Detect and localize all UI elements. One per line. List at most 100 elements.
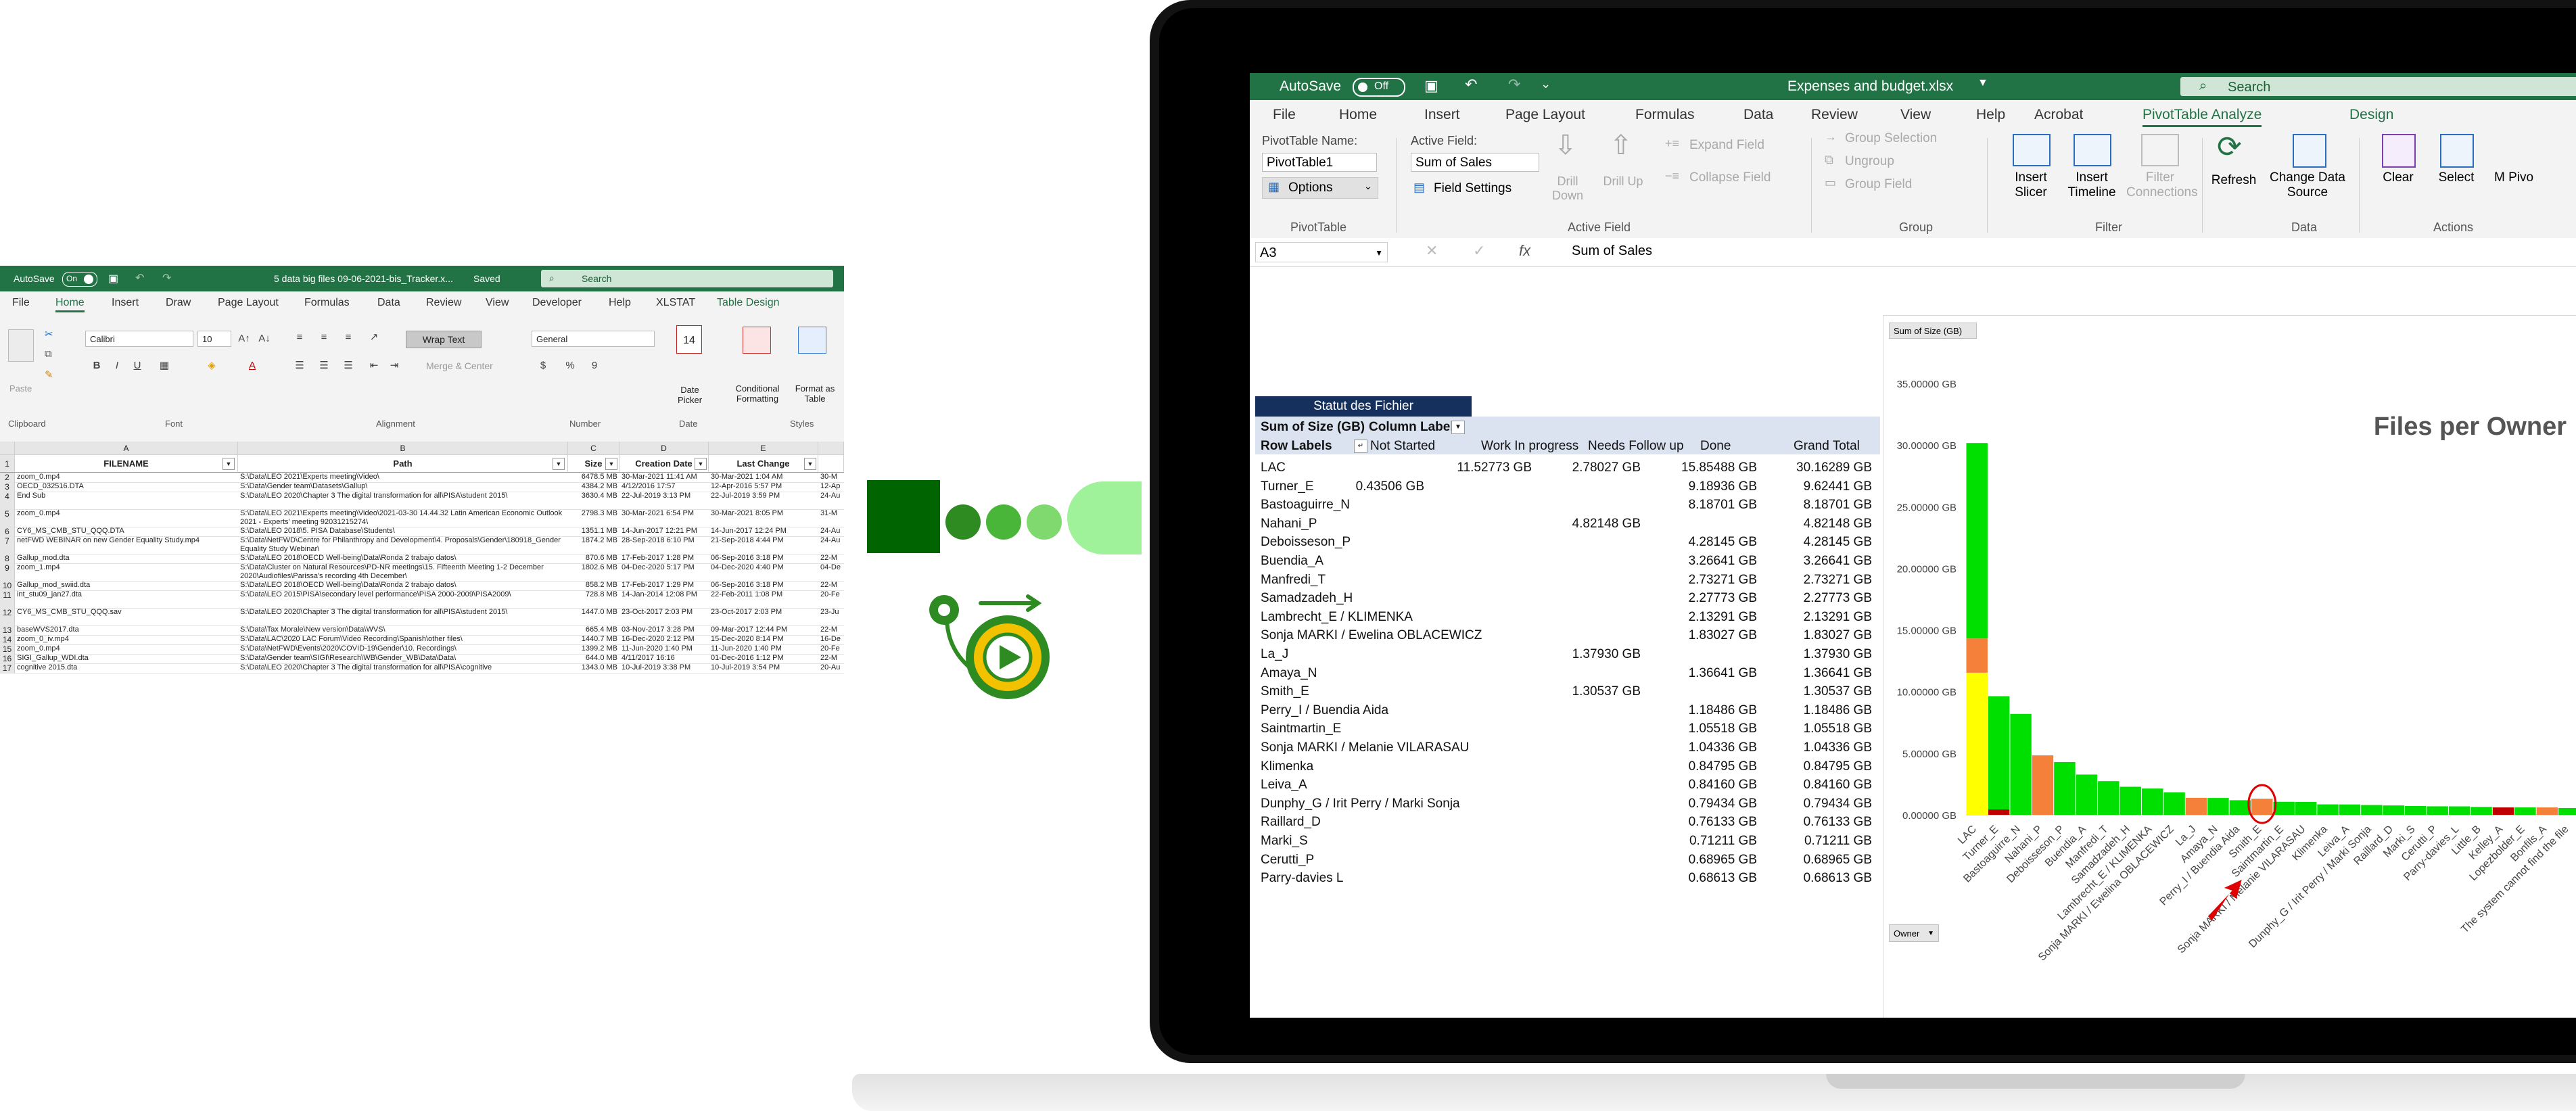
table-cell[interactable]: Gallup_mod_swiid.dta	[15, 581, 238, 590]
column-header-e[interactable]: E	[709, 442, 818, 455]
table-cell[interactable]: 30-Mar-2021 11:41 AM	[619, 473, 709, 482]
row-number[interactable]: 15	[0, 644, 15, 654]
row-number[interactable]: 10	[0, 581, 15, 590]
row-filter-icon[interactable]: ↵	[1354, 440, 1367, 453]
table-cell[interactable]: 04-De	[818, 563, 844, 581]
align-right-icon[interactable]: ☰	[339, 358, 357, 374]
table-cell[interactable]: 22-M	[818, 625, 844, 635]
pivot-row[interactable]: Dunphy_G / Irit Perry / Marki Sonja 0.794…	[1258, 795, 1872, 813]
table-cell[interactable]: S:\Data\LEO 2021\Experts meeting\Video\2…	[238, 509, 568, 527]
table-row[interactable]: 5 zoom_0.mp4 S:\Data\LEO 2021\Experts meet…	[0, 509, 844, 527]
table-cell[interactable]: 16-De	[818, 635, 844, 644]
header-creation-date[interactable]: Creation Date ▼	[619, 455, 709, 473]
filter-dropdown-icon[interactable]: ▼	[605, 458, 617, 470]
table-row[interactable]: 15 zoom_0.mp4 S:\Data\NetFWD\Events\2020\C…	[0, 644, 844, 655]
table-cell[interactable]: 11-Jun-2020 1:40 PM	[619, 644, 709, 654]
insert-timeline-button[interactable]: Insert Timeline	[2061, 170, 2122, 200]
pivot-row[interactable]: Turner_E 0.43506 GB 9.18936 GB 9.62441 GB	[1258, 477, 1872, 496]
table-cell[interactable]: 14-Jun-2017 12:24 PM	[709, 527, 818, 536]
table-cell[interactable]: CY6_MS_CMB_STU_QQQ.sav	[15, 608, 238, 625]
pivot-row[interactable]: Bastoaguirre_N 8.18701 GB 8.18701 GB	[1258, 496, 1872, 514]
table-cell[interactable]: 22-Jul-2019 3:59 PM	[709, 492, 818, 509]
search-box[interactable]: ⌕ Search	[541, 270, 833, 287]
move-pivottable-button[interactable]: M Pivo	[2494, 170, 2542, 185]
currency-icon[interactable]: $	[534, 358, 552, 374]
borders-icon[interactable]: ▦	[156, 358, 173, 374]
pivot-row[interactable]: Klimenka 0.84795 GB 0.84795 GB	[1258, 757, 1872, 776]
table-cell[interactable]: 728.8 MB	[568, 590, 619, 608]
row-number[interactable]: 17	[0, 663, 15, 673]
select-icon[interactable]	[2440, 134, 2474, 168]
table-cell[interactable]: 23-Ju	[818, 608, 844, 625]
pivot-chart[interactable]: Sum of Size (GB) Files per Owner 0.00000 …	[1883, 315, 2576, 1018]
table-cell[interactable]: 06-Sep-2016 3:18 PM	[709, 554, 818, 563]
paste-icon[interactable]	[8, 329, 34, 362]
tab-data[interactable]: Data	[1743, 107, 1773, 123]
conditional-formatting-button[interactable]: Conditional Formatting	[724, 383, 791, 404]
change-data-source-icon[interactable]	[2293, 134, 2326, 168]
table-cell[interactable]: 1399.2 MB	[568, 644, 619, 654]
table-cell[interactable]: 31-M	[818, 509, 844, 527]
table-row[interactable]: 16 SIGI_Gallup_WDI.dta S:\Data\Gender team…	[0, 654, 844, 664]
table-cell[interactable]: 12-Apr-2016 5:57 PM	[709, 482, 818, 492]
pivot-row[interactable]: Buendia_A 3.26641 GB 3.26641 GB	[1258, 552, 1872, 570]
save-icon[interactable]: ▣	[108, 272, 118, 285]
table-cell[interactable]: zoom_0.mp4	[15, 644, 238, 654]
row-number[interactable]: 1	[0, 455, 15, 473]
table-cell[interactable]: netFWD WEBINAR on new Gender Equality St…	[15, 536, 238, 554]
table-cell[interactable]: 10-Jul-2019 3:38 PM	[619, 663, 709, 673]
refresh-icon[interactable]: ⟳	[2217, 130, 2242, 164]
table-cell[interactable]: 15-Dec-2020 8:14 PM	[709, 635, 818, 644]
table-cell[interactable]: 30-Mar-2021 1:04 AM	[709, 473, 818, 482]
table-cell[interactable]: zoom_0_iv.mp4	[15, 635, 238, 644]
redo-icon[interactable]: ↷	[162, 271, 171, 285]
table-cell[interactable]: S:\Data\Gender team\Datasets\Gallup\	[238, 482, 568, 492]
row-number[interactable]: 2	[0, 473, 15, 482]
header-next[interactable]	[818, 455, 844, 473]
table-cell[interactable]: 22-M	[818, 554, 844, 563]
table-cell[interactable]: 22-M	[818, 654, 844, 663]
tab-view[interactable]: View	[1900, 107, 1931, 123]
autosave-toggle[interactable]: On	[62, 272, 97, 287]
copy-icon[interactable]: ⧉	[45, 348, 52, 360]
pivot-row[interactable]: La_J 1.37930 GB 1.37930 GB	[1258, 645, 1872, 663]
name-box[interactable]: A3 ▼	[1255, 242, 1388, 262]
insert-slicer-button[interactable]: Insert Slicer	[2000, 170, 2061, 200]
table-cell[interactable]: 6478.5 MB	[568, 473, 619, 482]
table-cell[interactable]: 1447.0 MB	[568, 608, 619, 625]
table-cell[interactable]: 4/11/2017 16:16	[619, 654, 709, 663]
orientation-icon[interactable]: ↗	[365, 329, 383, 346]
table-row[interactable]: 9 zoom_1.mp4 S:\Data\Cluster on Natural Re…	[0, 563, 844, 582]
table-cell[interactable]: zoom_1.mp4	[15, 563, 238, 581]
pivot-row-labels[interactable]: Row Labels	[1261, 437, 1332, 455]
row-number[interactable]: 7	[0, 536, 15, 554]
insert-timeline-icon[interactable]	[2074, 134, 2111, 166]
table-cell[interactable]: 20-Fe	[818, 644, 844, 654]
table-cell[interactable]: 30-M	[818, 473, 844, 482]
tab-table-design[interactable]: Table Design	[717, 297, 780, 309]
tab-review[interactable]: Review	[1811, 107, 1858, 123]
clear-button[interactable]: Clear	[2372, 170, 2424, 185]
table-cell[interactable]: 04-Dec-2020 4:40 PM	[709, 563, 818, 581]
table-row[interactable]: 3 OECD_032516.DTA S:\Data\Gender team\Data…	[0, 482, 844, 492]
pivot-column-labels[interactable]: Column Labels	[1369, 418, 1461, 436]
table-cell[interactable]: 3630.4 MB	[568, 492, 619, 509]
select-button[interactable]: Select	[2431, 170, 2482, 185]
chart-owner-button[interactable]: Owner ▼	[1889, 924, 1939, 942]
active-field-input[interactable]: Sum of Sales	[1411, 153, 1539, 172]
table-cell[interactable]: 24-Au	[818, 492, 844, 509]
table-cell[interactable]: Gallup_mod.dta	[15, 554, 238, 563]
header-last-change[interactable]: Last Change ▼	[709, 455, 818, 473]
tab-formulas[interactable]: Formulas	[1635, 107, 1695, 123]
pivot-row[interactable]: Raillard_D 0.76133 GB 0.76133 GB	[1258, 813, 1872, 831]
percent-icon[interactable]: %	[561, 358, 579, 374]
tab-data[interactable]: Data	[377, 297, 400, 309]
table-cell[interactable]: 30-Mar-2021 8:05 PM	[709, 509, 818, 527]
row-number[interactable]: 11	[0, 590, 15, 608]
expand-field-icon[interactable]: +≡	[1665, 137, 1679, 151]
row-number[interactable]: 8	[0, 554, 15, 563]
table-cell[interactable]: 01-Dec-2016 1:12 PM	[709, 654, 818, 663]
align-center-icon[interactable]: ☰	[315, 358, 333, 374]
tab-draw[interactable]: Draw	[166, 297, 191, 309]
font-color-icon[interactable]: A	[243, 358, 261, 374]
